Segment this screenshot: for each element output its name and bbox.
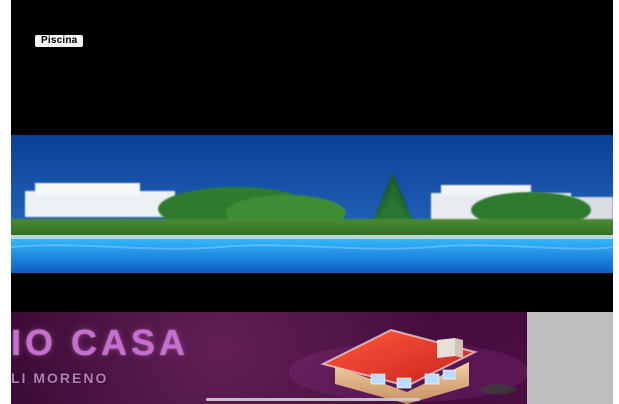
lawn bbox=[11, 219, 613, 237]
window-3 bbox=[424, 373, 440, 385]
pool-photo[interactable] bbox=[11, 135, 613, 273]
window-1 bbox=[370, 373, 386, 385]
pool-photo-illustration bbox=[11, 135, 613, 273]
chimney bbox=[437, 338, 455, 358]
side-panel bbox=[527, 312, 613, 404]
home-indicator[interactable] bbox=[206, 398, 420, 401]
window-2 bbox=[396, 377, 412, 389]
banner-subtitle: LI MORENO bbox=[11, 370, 109, 386]
banner-title: IO CASA bbox=[11, 322, 190, 363]
category-chip[interactable]: Piscina bbox=[35, 35, 84, 47]
screen: Piscina IO CASA LI MORENO bbox=[0, 0, 619, 404]
chimney-side bbox=[455, 338, 463, 358]
promo-banner[interactable]: IO CASA LI MORENO bbox=[11, 312, 613, 404]
building-left-top bbox=[35, 183, 140, 195]
window-4 bbox=[442, 369, 456, 380]
pool-water bbox=[11, 239, 613, 273]
house-illustration bbox=[289, 328, 529, 404]
